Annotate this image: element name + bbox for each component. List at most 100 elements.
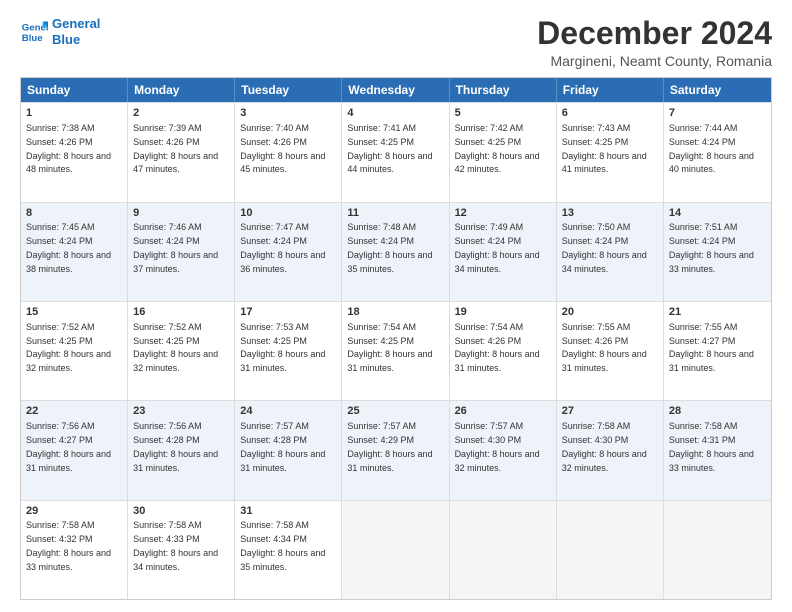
sunrise-text: Sunrise: 7:58 AM <box>133 520 202 530</box>
header-wednesday: Wednesday <box>342 78 449 102</box>
daylight-text: Daylight: 8 hours and 31 minutes. <box>240 449 325 473</box>
sunrise-text: Sunrise: 7:39 AM <box>133 123 202 133</box>
cal-cell: 22 Sunrise: 7:56 AM Sunset: 4:27 PM Dayl… <box>21 401 128 499</box>
daylight-text: Daylight: 8 hours and 31 minutes. <box>133 449 218 473</box>
day-number: 2 <box>133 106 229 121</box>
header-friday: Friday <box>557 78 664 102</box>
sunset-text: Sunset: 4:24 PM <box>562 236 629 246</box>
sunset-text: Sunset: 4:26 PM <box>240 137 307 147</box>
sunset-text: Sunset: 4:30 PM <box>455 435 522 445</box>
daylight-text: Daylight: 8 hours and 31 minutes. <box>455 349 540 373</box>
cal-cell <box>342 501 449 599</box>
daylight-text: Daylight: 8 hours and 31 minutes. <box>26 449 111 473</box>
header: General Blue General Blue December 2024 … <box>20 16 772 69</box>
sunset-text: Sunset: 4:24 PM <box>669 236 736 246</box>
cal-cell: 31 Sunrise: 7:58 AM Sunset: 4:34 PM Dayl… <box>235 501 342 599</box>
sunrise-text: Sunrise: 7:53 AM <box>240 322 309 332</box>
day-number: 8 <box>26 206 122 221</box>
day-number: 30 <box>133 504 229 519</box>
header-thursday: Thursday <box>450 78 557 102</box>
daylight-text: Daylight: 8 hours and 44 minutes. <box>347 151 432 175</box>
day-number: 23 <box>133 404 229 419</box>
daylight-text: Daylight: 8 hours and 38 minutes. <box>26 250 111 274</box>
cal-cell: 30 Sunrise: 7:58 AM Sunset: 4:33 PM Dayl… <box>128 501 235 599</box>
cal-cell: 6 Sunrise: 7:43 AM Sunset: 4:25 PM Dayli… <box>557 103 664 201</box>
cal-cell <box>450 501 557 599</box>
sunset-text: Sunset: 4:33 PM <box>133 534 200 544</box>
sunset-text: Sunset: 4:26 PM <box>26 137 93 147</box>
daylight-text: Daylight: 8 hours and 41 minutes. <box>562 151 647 175</box>
day-number: 18 <box>347 305 443 320</box>
page: General Blue General Blue December 2024 … <box>0 0 792 612</box>
cal-cell: 25 Sunrise: 7:57 AM Sunset: 4:29 PM Dayl… <box>342 401 449 499</box>
cal-cell: 23 Sunrise: 7:56 AM Sunset: 4:28 PM Dayl… <box>128 401 235 499</box>
day-number: 1 <box>26 106 122 121</box>
sunrise-text: Sunrise: 7:54 AM <box>347 322 416 332</box>
svg-text:Blue: Blue <box>22 32 43 43</box>
sunset-text: Sunset: 4:26 PM <box>455 336 522 346</box>
day-number: 26 <box>455 404 551 419</box>
daylight-text: Daylight: 8 hours and 33 minutes. <box>669 250 754 274</box>
sunset-text: Sunset: 4:26 PM <box>133 137 200 147</box>
calendar: Sunday Monday Tuesday Wednesday Thursday… <box>20 77 772 600</box>
header-tuesday: Tuesday <box>235 78 342 102</box>
calendar-header: Sunday Monday Tuesday Wednesday Thursday… <box>21 78 771 102</box>
cal-cell: 26 Sunrise: 7:57 AM Sunset: 4:30 PM Dayl… <box>450 401 557 499</box>
day-number: 31 <box>240 504 336 519</box>
sunset-text: Sunset: 4:30 PM <box>562 435 629 445</box>
daylight-text: Daylight: 8 hours and 36 minutes. <box>240 250 325 274</box>
sunset-text: Sunset: 4:26 PM <box>562 336 629 346</box>
sunset-text: Sunset: 4:32 PM <box>26 534 93 544</box>
daylight-text: Daylight: 8 hours and 31 minutes. <box>669 349 754 373</box>
day-number: 15 <box>26 305 122 320</box>
daylight-text: Daylight: 8 hours and 33 minutes. <box>26 548 111 572</box>
sunrise-text: Sunrise: 7:58 AM <box>26 520 95 530</box>
title-block: December 2024 Margineni, Neamt County, R… <box>537 16 772 69</box>
daylight-text: Daylight: 8 hours and 31 minutes. <box>240 349 325 373</box>
sunrise-text: Sunrise: 7:49 AM <box>455 222 524 232</box>
sunset-text: Sunset: 4:25 PM <box>347 336 414 346</box>
day-number: 10 <box>240 206 336 221</box>
cal-cell: 17 Sunrise: 7:53 AM Sunset: 4:25 PM Dayl… <box>235 302 342 400</box>
sunrise-text: Sunrise: 7:56 AM <box>133 421 202 431</box>
sunrise-text: Sunrise: 7:52 AM <box>133 322 202 332</box>
sunset-text: Sunset: 4:25 PM <box>240 336 307 346</box>
daylight-text: Daylight: 8 hours and 33 minutes. <box>669 449 754 473</box>
sunrise-text: Sunrise: 7:52 AM <box>26 322 95 332</box>
day-number: 21 <box>669 305 766 320</box>
day-number: 4 <box>347 106 443 121</box>
sunrise-text: Sunrise: 7:48 AM <box>347 222 416 232</box>
daylight-text: Daylight: 8 hours and 45 minutes. <box>240 151 325 175</box>
sunset-text: Sunset: 4:24 PM <box>347 236 414 246</box>
daylight-text: Daylight: 8 hours and 32 minutes. <box>26 349 111 373</box>
week-row-4: 29 Sunrise: 7:58 AM Sunset: 4:32 PM Dayl… <box>21 500 771 599</box>
sunset-text: Sunset: 4:25 PM <box>562 137 629 147</box>
sunset-text: Sunset: 4:27 PM <box>26 435 93 445</box>
sunrise-text: Sunrise: 7:51 AM <box>669 222 738 232</box>
logo-icon: General Blue <box>20 18 48 46</box>
sunrise-text: Sunrise: 7:58 AM <box>240 520 309 530</box>
logo: General Blue General Blue <box>20 16 100 47</box>
sunset-text: Sunset: 4:27 PM <box>669 336 736 346</box>
day-number: 6 <box>562 106 658 121</box>
day-number: 13 <box>562 206 658 221</box>
calendar-body: 1 Sunrise: 7:38 AM Sunset: 4:26 PM Dayli… <box>21 102 771 599</box>
sunrise-text: Sunrise: 7:42 AM <box>455 123 524 133</box>
sunrise-text: Sunrise: 7:54 AM <box>455 322 524 332</box>
cal-cell: 20 Sunrise: 7:55 AM Sunset: 4:26 PM Dayl… <box>557 302 664 400</box>
daylight-text: Daylight: 8 hours and 35 minutes. <box>347 250 432 274</box>
cal-cell: 19 Sunrise: 7:54 AM Sunset: 4:26 PM Dayl… <box>450 302 557 400</box>
sunrise-text: Sunrise: 7:57 AM <box>347 421 416 431</box>
sunset-text: Sunset: 4:24 PM <box>133 236 200 246</box>
sunset-text: Sunset: 4:31 PM <box>669 435 736 445</box>
cal-cell: 8 Sunrise: 7:45 AM Sunset: 4:24 PM Dayli… <box>21 203 128 301</box>
cal-cell: 15 Sunrise: 7:52 AM Sunset: 4:25 PM Dayl… <box>21 302 128 400</box>
cal-cell: 7 Sunrise: 7:44 AM Sunset: 4:24 PM Dayli… <box>664 103 771 201</box>
cal-cell: 3 Sunrise: 7:40 AM Sunset: 4:26 PM Dayli… <box>235 103 342 201</box>
sunset-text: Sunset: 4:25 PM <box>133 336 200 346</box>
day-number: 25 <box>347 404 443 419</box>
sunset-text: Sunset: 4:29 PM <box>347 435 414 445</box>
sunset-text: Sunset: 4:25 PM <box>26 336 93 346</box>
day-number: 22 <box>26 404 122 419</box>
cal-cell <box>557 501 664 599</box>
